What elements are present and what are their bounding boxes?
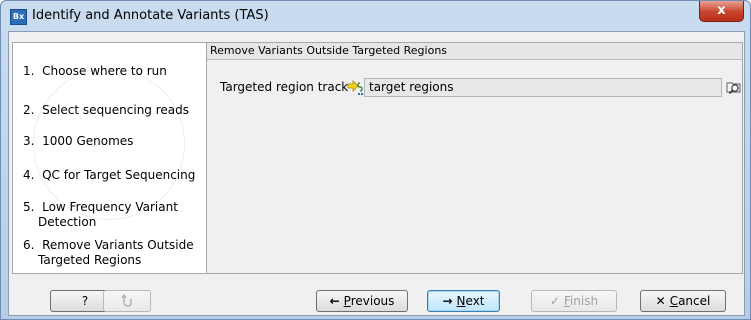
next-button[interactable]: → Next bbox=[427, 290, 500, 312]
step-item: 2. Select sequencing reads bbox=[23, 103, 190, 117]
settings-panel: Remove Variants Outside Targeted Regions… bbox=[206, 42, 743, 274]
panel-header: Remove Variants Outside Targeted Regions bbox=[207, 43, 742, 60]
title-bar[interactable]: Bx Identify and Annotate Variants (TAS) … bbox=[1, 1, 750, 31]
step-item: 3. 1000 Genomes bbox=[23, 134, 134, 148]
targeted-region-label: Targeted region track bbox=[220, 80, 349, 94]
dialog-body: 1. Choose where to run 2. Select sequenc… bbox=[8, 31, 745, 316]
panel-title: Remove Variants Outside Targeted Regions bbox=[210, 44, 448, 57]
track-icon bbox=[347, 80, 363, 95]
arrow-left-icon: ← bbox=[329, 294, 340, 308]
checkmark-icon: ✓ bbox=[549, 294, 560, 308]
step-item: 5. Low Frequency Variant Detection bbox=[23, 200, 178, 229]
close-button[interactable]: x bbox=[699, 1, 744, 22]
reset-icon bbox=[121, 293, 132, 307]
browse-folder-icon[interactable] bbox=[726, 79, 742, 95]
dialog-window: Bx Identify and Annotate Variants (TAS) … bbox=[0, 0, 751, 320]
step-item: 1. Choose where to run bbox=[23, 64, 167, 78]
window-title: Identify and Annotate Variants (TAS) bbox=[32, 8, 269, 23]
previous-button[interactable]: ← Previous bbox=[316, 290, 408, 312]
finish-button[interactable]: ✓ Finish bbox=[531, 290, 617, 312]
cancel-button[interactable]: ✕ Cancel bbox=[640, 290, 726, 312]
targeted-region-track-field[interactable]: target regions bbox=[364, 78, 722, 97]
arrow-right-icon: → bbox=[442, 294, 453, 308]
step-item-current: 6. Remove Variants Outside Targeted Regi… bbox=[23, 238, 194, 267]
step-item: 4. QC for Target Sequencing bbox=[23, 168, 196, 182]
wizard-steps-panel: 1. Choose where to run 2. Select sequenc… bbox=[12, 42, 207, 274]
app-icon: Bx bbox=[10, 9, 27, 25]
reset-button[interactable] bbox=[103, 290, 151, 312]
x-icon: ✕ bbox=[655, 294, 666, 308]
